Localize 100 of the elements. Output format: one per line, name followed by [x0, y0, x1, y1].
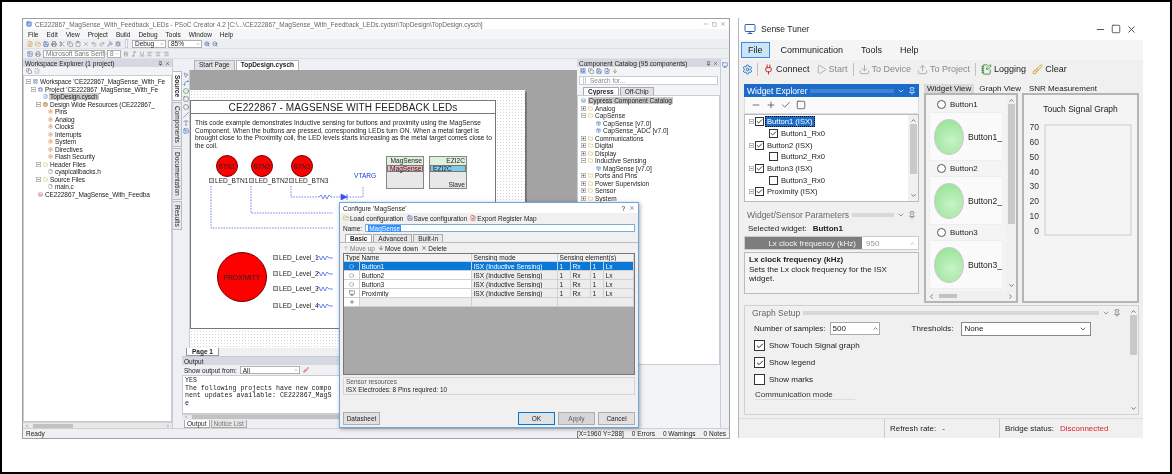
copy-icon[interactable]: [26, 68, 32, 74]
pin-icon[interactable]: [706, 60, 711, 66]
undo-icon[interactable]: [91, 40, 97, 47]
expander-icon[interactable]: [581, 188, 586, 194]
plus-icon[interactable]: [348, 299, 355, 305]
clipboard-icon[interactable]: [75, 40, 81, 47]
circle-icon[interactable]: [182, 88, 189, 94]
delete-icon[interactable]: [83, 40, 89, 47]
arrow-down-icon[interactable]: [1007, 282, 1015, 289]
maximize-icon[interactable]: [1111, 24, 1121, 34]
expander-icon[interactable]: [749, 119, 754, 125]
arrow-left-icon[interactable]: [184, 415, 188, 419]
thresholds-dropdown[interactable]: None: [961, 321, 1092, 336]
radio-button[interactable]: [937, 164, 946, 173]
save-icon[interactable]: [596, 68, 602, 74]
expander-icon[interactable]: [36, 161, 41, 167]
arrow-up-icon[interactable]: [1007, 97, 1015, 104]
expander-icon[interactable]: [581, 143, 586, 149]
arrow-up-icon[interactable]: [1129, 308, 1137, 315]
scrollbar[interactable]: [908, 115, 918, 201]
text-icon[interactable]: [182, 120, 189, 126]
redo-icon[interactable]: [99, 40, 105, 47]
checkbox[interactable]: [754, 340, 765, 351]
italic-icon[interactable]: [131, 50, 137, 57]
uncheck-all-icon[interactable]: [796, 100, 806, 110]
menu-item[interactable]: Help: [893, 42, 926, 58]
expander-icon[interactable]: [581, 135, 586, 141]
menu-item[interactable]: File: [741, 42, 770, 58]
pin-icon[interactable]: [158, 60, 163, 66]
zoom-out-icon[interactable]: [212, 40, 218, 47]
grid-icon[interactable]: [580, 68, 586, 74]
wire-icon[interactable]: [182, 80, 189, 86]
clear-icon[interactable]: [302, 367, 309, 373]
close-icon[interactable]: [1126, 23, 1137, 35]
expander-icon[interactable]: [581, 113, 586, 119]
copy-icon[interactable]: [588, 68, 594, 74]
expander-icon[interactable]: [581, 180, 586, 186]
ellipse-icon[interactable]: [182, 104, 189, 110]
expander-icon[interactable]: [749, 189, 754, 195]
expander-icon[interactable]: [36, 176, 41, 182]
checkbox[interactable]: [769, 175, 778, 185]
samples-field[interactable]: 500: [829, 322, 880, 335]
export-icon[interactable]: [604, 68, 610, 74]
view-tab[interactable]: Widget View: [924, 84, 975, 93]
radio-button[interactable]: [937, 100, 946, 109]
maximize-icon[interactable]: [712, 21, 717, 27]
folder-icon[interactable]: [35, 40, 41, 47]
expand-icon[interactable]: [766, 100, 776, 110]
check-all-icon[interactable]: [781, 100, 791, 110]
copy-icon[interactable]: [67, 40, 73, 47]
settings-icon[interactable]: [742, 63, 753, 75]
caret-icon[interactable]: [897, 211, 905, 219]
expander-icon[interactable]: [749, 166, 754, 172]
expander-icon[interactable]: [31, 86, 36, 92]
checkbox[interactable]: [754, 357, 765, 368]
pin-icon[interactable]: [908, 86, 916, 95]
hammer-icon[interactable]: [107, 40, 113, 47]
new-file-icon[interactable]: [27, 40, 33, 47]
align-right-icon[interactable]: [163, 50, 169, 57]
toolbar-button[interactable]: Clear: [1031, 63, 1068, 75]
bold-icon[interactable]: [123, 50, 129, 57]
caret-icon[interactable]: [1102, 309, 1110, 317]
expander-icon[interactable]: [581, 158, 586, 164]
checkbox[interactable]: [754, 374, 765, 385]
bug-icon[interactable]: [115, 40, 121, 47]
scrollbar[interactable]: [1006, 95, 1016, 291]
pin-icon[interactable]: [1113, 309, 1121, 317]
expander-icon[interactable]: [26, 79, 31, 85]
picture-icon[interactable]: [27, 50, 33, 57]
arrow-up-icon[interactable]: [909, 117, 917, 124]
arrow-down-icon[interactable]: [1129, 405, 1137, 412]
monitor-icon[interactable]: [722, 62, 728, 68]
arrow-left-icon[interactable]: [928, 292, 935, 300]
checkbox[interactable]: [769, 152, 778, 162]
toolbar-button[interactable]: Logging: [980, 63, 1028, 75]
picture-icon[interactable]: [182, 128, 189, 134]
printer-icon[interactable]: [51, 40, 57, 47]
arrow-down-icon[interactable]: [909, 192, 917, 199]
checkbox[interactable]: [769, 129, 778, 139]
arrow-icon[interactable]: [612, 68, 618, 74]
align-left-icon[interactable]: [147, 50, 153, 57]
pointer-icon[interactable]: [182, 72, 189, 78]
radio-button[interactable]: [937, 228, 946, 237]
save-icon[interactable]: [43, 40, 49, 47]
expander-icon[interactable]: [581, 173, 586, 179]
arrow-right-icon[interactable]: [1007, 292, 1014, 300]
pin-icon[interactable]: [908, 211, 916, 219]
align-center-icon[interactable]: [155, 50, 161, 57]
file-icon[interactable]: [34, 68, 40, 74]
expander-icon[interactable]: [36, 101, 41, 107]
scissors-icon[interactable]: [59, 40, 65, 47]
view-tab[interactable]: SNR Measurement: [1026, 84, 1100, 93]
printer-icon[interactable]: [35, 50, 41, 57]
expander-icon[interactable]: [581, 195, 586, 201]
scrollbar[interactable]: [926, 291, 1016, 301]
expander-icon[interactable]: [581, 105, 586, 111]
zoom-in-icon[interactable]: [204, 40, 210, 47]
underline-icon[interactable]: [139, 50, 145, 57]
menu-item[interactable]: Tools: [854, 42, 890, 58]
menu-item[interactable]: Communication: [773, 42, 851, 58]
